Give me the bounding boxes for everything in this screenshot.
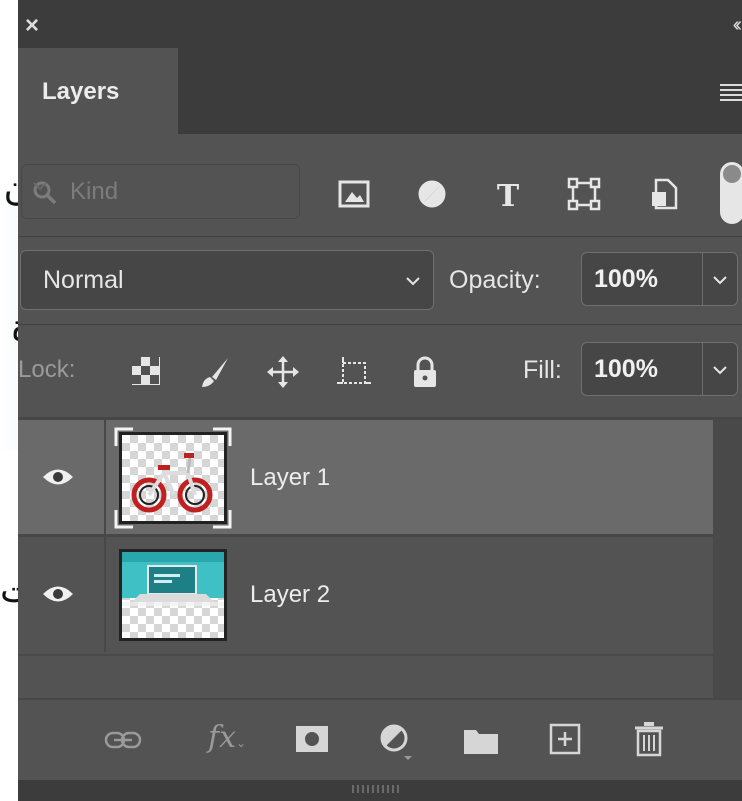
- layers-panel: × ‹‹ Layers Kind T Normal Opacity: 100% …: [18, 0, 742, 801]
- divider: [18, 324, 742, 325]
- collapse-panel-icon[interactable]: ‹‹: [733, 14, 742, 37]
- layer-filter-kind-select[interactable]: Kind: [21, 164, 300, 219]
- chevron-down-icon: [406, 277, 420, 286]
- layer-thumbnail[interactable]: [119, 549, 227, 641]
- fill-label: Fill:: [523, 356, 562, 384]
- eye-icon: [43, 586, 73, 602]
- layer-thumbnail[interactable]: [114, 427, 232, 529]
- filter-kind-label: Kind: [70, 178, 119, 205]
- layers-scrollbar[interactable]: [713, 420, 742, 698]
- chevron-down-icon: [33, 182, 47, 191]
- add-mask-icon[interactable]: [294, 724, 330, 754]
- panel-menu-icon[interactable]: [720, 84, 742, 101]
- smart-object-filter-icon[interactable]: [646, 176, 682, 212]
- blend-mode-select[interactable]: Normal: [20, 250, 434, 310]
- blend-mode-value: Normal: [43, 266, 124, 294]
- opacity-value: 100%: [594, 265, 658, 293]
- fx-label: fx: [208, 720, 237, 755]
- image-filter-icon[interactable]: [336, 176, 372, 212]
- lock-label: Lock:: [18, 356, 76, 383]
- visibility-toggle[interactable]: [18, 537, 106, 652]
- filter-toggle-icon[interactable]: [716, 160, 742, 226]
- group-folder-icon[interactable]: [462, 726, 500, 756]
- close-panel-icon[interactable]: ×: [25, 12, 39, 40]
- empty-layer-area: [18, 654, 713, 700]
- chevron-down-icon: [713, 366, 727, 375]
- opacity-input[interactable]: 100%: [581, 252, 703, 306]
- layer-row[interactable]: Layer 1: [18, 420, 713, 535]
- new-layer-icon[interactable]: [548, 722, 584, 756]
- lock-all-icon[interactable]: [410, 355, 440, 389]
- link-layers-icon[interactable]: [104, 726, 144, 756]
- tab-layers[interactable]: Layers: [18, 48, 178, 134]
- grip-dots: [352, 785, 402, 793]
- type-filter-icon[interactable]: T: [490, 176, 526, 212]
- lock-image-icon[interactable]: [198, 355, 232, 389]
- visibility-toggle[interactable]: [18, 420, 106, 535]
- laptop-icon: [122, 552, 224, 606]
- chevron-down-icon: [713, 276, 727, 285]
- layer-thumbnail-image: [119, 549, 227, 641]
- eye-icon: [43, 469, 73, 485]
- fill-value: 100%: [594, 355, 658, 383]
- tab-layers-label: Layers: [42, 78, 120, 105]
- fill-input[interactable]: 100%: [581, 342, 703, 396]
- layer-name[interactable]: Layer 1: [250, 464, 330, 492]
- opacity-label: Opacity:: [449, 266, 541, 294]
- adjustment-filter-icon[interactable]: [414, 176, 450, 212]
- panel-title-bar: × ‹‹: [18, 0, 742, 48]
- divider: [18, 236, 742, 237]
- lock-transparent-icon[interactable]: [130, 355, 162, 387]
- layer-name[interactable]: Layer 2: [250, 581, 330, 609]
- layer-row[interactable]: Layer 2: [18, 537, 713, 652]
- panel-resize-grip[interactable]: [18, 780, 742, 801]
- trash-icon[interactable]: [632, 720, 666, 758]
- selection-brackets-icon: [114, 427, 232, 529]
- shape-filter-icon[interactable]: [566, 176, 602, 212]
- svg-text:T: T: [497, 179, 520, 212]
- lock-artboard-icon[interactable]: [336, 355, 372, 389]
- lock-position-icon[interactable]: [266, 355, 300, 389]
- opacity-dropdown-button[interactable]: [703, 252, 738, 306]
- fx-icon[interactable]: fx⌄: [208, 720, 246, 755]
- adjustment-layer-icon[interactable]: [378, 722, 418, 760]
- panel-tab-row: Layers: [18, 48, 742, 134]
- fill-dropdown-button[interactable]: [703, 342, 738, 396]
